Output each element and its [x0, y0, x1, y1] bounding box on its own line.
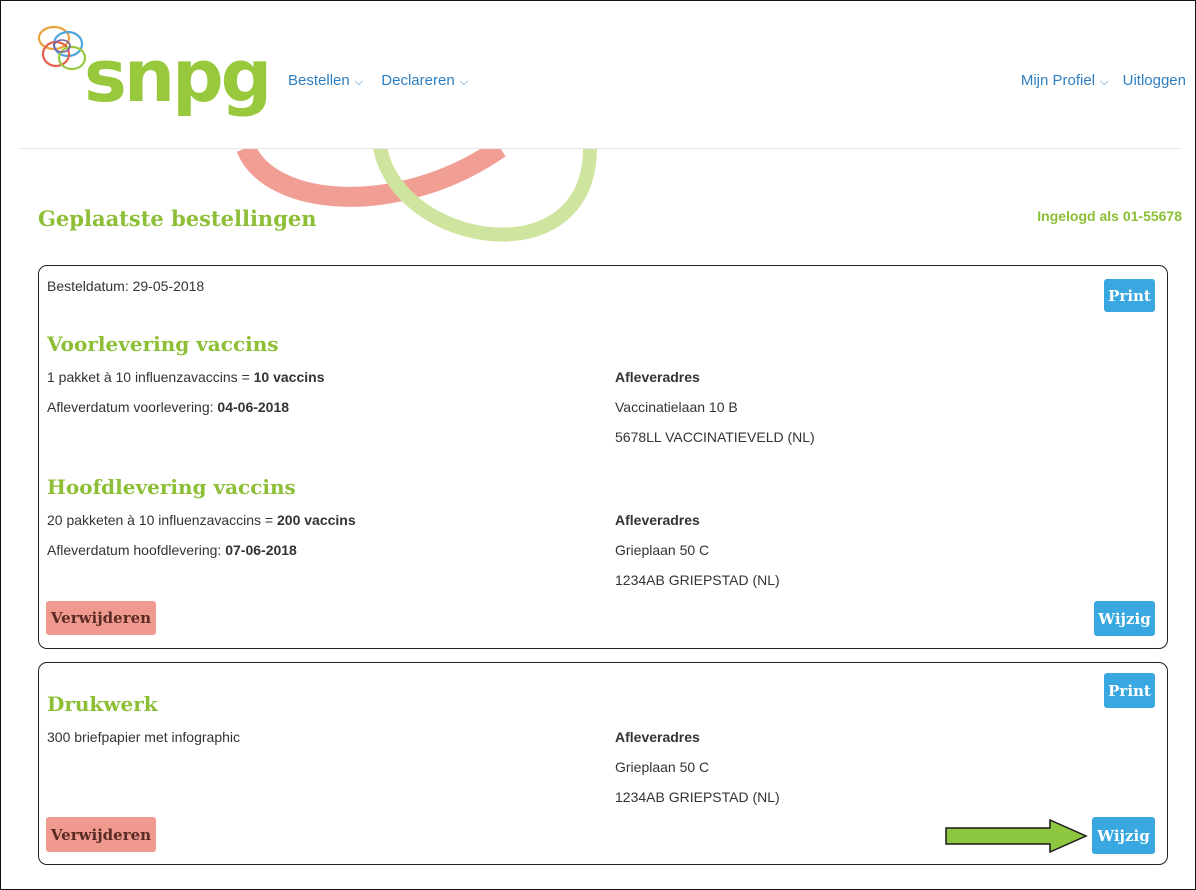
nav-mijn-profiel[interactable]: Mijn Profiel ⌵	[1021, 72, 1109, 89]
main-nav: Bestellen ⌵ Declareren ⌵	[288, 72, 482, 89]
address-line2: 1234AB GRIEPSTAD (NL)	[615, 572, 780, 588]
chevron-down-icon: ⌵	[1097, 76, 1109, 88]
address-line1: Vaccinatielaan 10 B	[615, 399, 738, 415]
quantity-text: 1 pakket à 10 influenzavaccins =	[47, 369, 254, 385]
chevron-down-icon: ⌵	[351, 76, 364, 88]
delete-button[interactable]: Verwijderen	[46, 601, 156, 635]
order-card	[38, 265, 1168, 649]
arrow-right-icon	[945, 818, 1088, 854]
address-line1: Grieplaan 50 C	[615, 542, 710, 558]
date-text: Afleverdatum voorlevering:	[47, 399, 218, 415]
quantity-total: 10 vaccins	[253, 369, 325, 385]
address-label: Afleveradres	[615, 369, 700, 385]
order-date: Besteldatum: 29-05-2018	[47, 278, 205, 294]
logged-in-status: Ingelogd als 01-55678	[1037, 208, 1182, 224]
decorative-swoosh	[236, 148, 597, 242]
date-text: Afleverdatum hoofdlevering:	[47, 542, 226, 558]
nav-mijn-profiel-label: Mijn Profiel	[1020, 72, 1096, 89]
nav-declareren[interactable]: Declareren ⌵	[381, 72, 468, 89]
quantity-text: 20 pakketen à 10 influenzavaccins =	[47, 512, 277, 528]
delete-button[interactable]: Verwijderen	[46, 817, 156, 852]
voorlevering-date: Afleverdatum voorlevering: 04-06-2018	[47, 399, 289, 415]
page-title: Geplaatste bestellingen	[38, 206, 317, 231]
user-nav: Mijn Profiel ⌵ Uitloggen	[1011, 72, 1186, 89]
address-line1: Grieplaan 50 C	[615, 759, 710, 775]
section-title-voorlevering: Voorlevering vaccins	[47, 332, 279, 356]
drukwerk-item: 300 briefpapier met infographic	[47, 729, 241, 745]
address-line2: 5678LL VACCINATIEVELD (NL)	[615, 429, 815, 445]
address-label: Afleveradres	[615, 729, 700, 745]
edit-button[interactable]: Wijzig	[1092, 817, 1155, 854]
address-label: Afleveradres	[615, 512, 700, 528]
nav-uitloggen[interactable]: Uitloggen	[1123, 72, 1186, 89]
hoofdlevering-date: Afleverdatum hoofdlevering: 07-06-2018	[47, 542, 297, 558]
header-divider	[20, 148, 1180, 149]
date-value: 04-06-2018	[217, 399, 290, 415]
section-title-hoofdlevering: Hoofdlevering vaccins	[47, 475, 296, 499]
logo-wordmark[interactable]: snpg	[84, 40, 272, 112]
print-button[interactable]: Print	[1104, 673, 1155, 708]
edit-button[interactable]: Wijzig	[1094, 601, 1155, 636]
address-line2: 1234AB GRIEPSTAD (NL)	[615, 789, 780, 805]
date-value: 07-06-2018	[225, 542, 297, 558]
nav-bestellen[interactable]: Bestellen ⌵	[288, 72, 363, 89]
quantity-total: 200 vaccins	[277, 512, 356, 528]
voorlevering-quantity: 1 pakket à 10 influenzavaccins = 10 vacc…	[47, 369, 324, 385]
hoofdlevering-quantity: 20 pakketen à 10 influenzavaccins = 200 …	[47, 512, 356, 528]
section-title-drukwerk: Drukwerk	[47, 692, 158, 716]
chevron-down-icon: ⌵	[456, 76, 469, 88]
print-button[interactable]: Print	[1104, 279, 1155, 312]
nav-declareren-label: Declareren	[381, 72, 455, 89]
nav-bestellen-label: Bestellen	[288, 72, 350, 89]
